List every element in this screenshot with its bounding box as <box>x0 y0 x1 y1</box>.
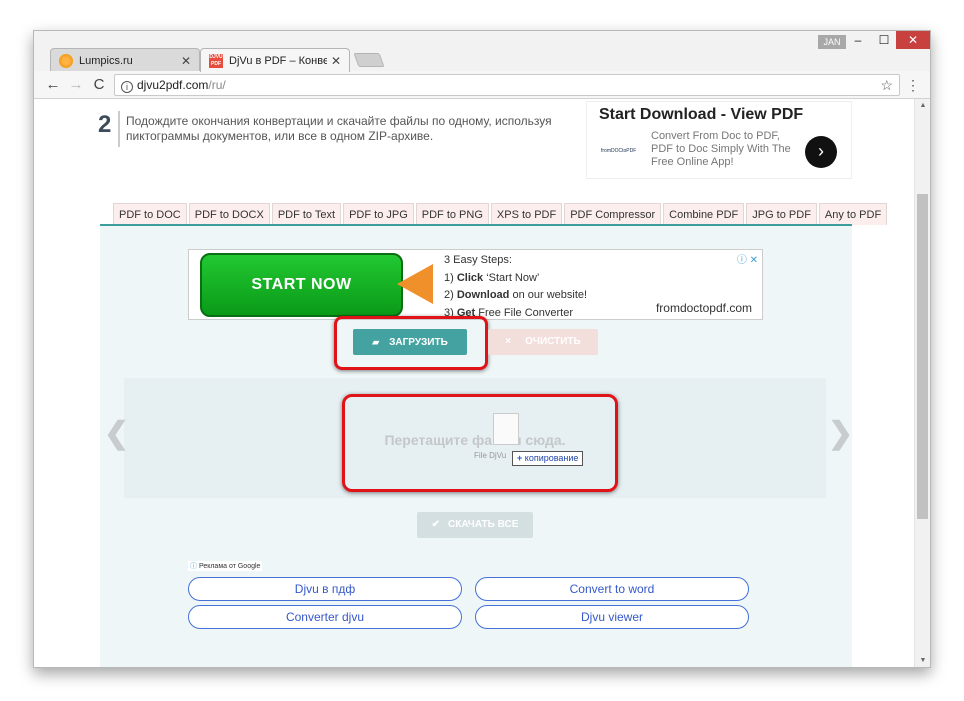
dropzone-highlight <box>342 394 618 492</box>
tab-lumpics[interactable]: Lumpics.ru ✕ <box>50 48 200 72</box>
ad-step-1: 1) Click ‘Start Now’ <box>444 271 540 284</box>
checkmark-icon: ✔ <box>431 519 441 530</box>
ad-logo: fromDOCtoPDF <box>601 148 637 154</box>
scrollbar-thumb[interactable] <box>917 194 928 519</box>
minimize-button[interactable]: ‒ <box>844 31 872 49</box>
scroll-down-icon[interactable]: ▼ <box>915 657 930 664</box>
download-all-button[interactable]: ✔ СКАЧАТЬ ВСЕ <box>417 512 533 538</box>
maximize-button[interactable]: ☐ <box>870 31 898 49</box>
ad-domain: fromdoctopdf.com <box>655 301 752 315</box>
url-host: djvu2pdf.com <box>137 78 209 92</box>
top-ad-banner[interactable]: Start Download - View PDF fromDOCtoPDF C… <box>586 101 852 179</box>
ad-arrow-icon <box>397 264 433 304</box>
step-text: Подождите окончания конвертации и скачай… <box>126 114 552 143</box>
url-path: /ru/ <box>208 78 226 92</box>
ad-link-convert-word[interactable]: Convert to word <box>475 577 749 601</box>
converter-tab-pdf-to-text[interactable]: PDF to Text <box>271 203 342 225</box>
bookmark-star-icon[interactable]: ☆ <box>880 75 893 95</box>
tab-title: DjVu в PDF – Конвертац <box>229 54 327 67</box>
page-viewport: 2 Подождите окончания конвертации и скач… <box>34 99 930 667</box>
site-info-icon[interactable]: i <box>121 81 133 93</box>
converter-tab-pdf-compressor[interactable]: PDF Compressor <box>564 203 662 225</box>
browser-window: Lumpics.ru ✕ DJVUPDF DjVu в PDF – Конвер… <box>33 30 931 668</box>
close-window-button[interactable]: ✕ <box>896 31 930 49</box>
profile-badge[interactable]: JAN <box>818 35 846 49</box>
tab-title: Lumpics.ru <box>79 54 133 67</box>
step-divider <box>118 111 120 147</box>
clear-button[interactable]: × ОЧИСТИТЬ <box>488 329 598 355</box>
ad-arrow-icon[interactable]: › <box>805 136 837 168</box>
converter-tab-xps-to-pdf[interactable]: XPS to PDF <box>490 203 563 225</box>
converter-tabs: PDF to DOC PDF to DOCX PDF to Text PDF to J… <box>113 203 889 225</box>
ad-start-now-button[interactable]: START NOW <box>200 253 403 317</box>
tab-close-icon[interactable]: ✕ <box>331 54 341 68</box>
info-icon: ⓘ <box>190 563 197 570</box>
google-ads-label[interactable]: ⓘ Реклама от Google <box>188 561 263 571</box>
new-tab-button[interactable] <box>353 53 385 67</box>
forward-arrow-icon[interactable]: → <box>67 76 85 94</box>
ad-link-djvu-viewer[interactable]: Djvu viewer <box>475 605 749 629</box>
ad-description: Convert From Doc to PDF, PDF to Doc Simp… <box>651 130 791 168</box>
chevron-right-icon[interactable]: ❯ <box>828 416 853 451</box>
start-now-ad[interactable]: START NOW 3 Easy Steps: 1) Click ‘Start … <box>188 249 763 320</box>
converter-tab-pdf-to-docx[interactable]: PDF to DOCX <box>188 203 270 225</box>
vertical-scrollbar[interactable]: ▲ ▼ <box>914 99 930 667</box>
ad-step-2: 2) Download on our website! <box>444 289 588 301</box>
scroll-up-icon[interactable]: ▲ <box>915 102 930 109</box>
converter-tab-jpg-to-pdf[interactable]: JPG to PDF <box>746 203 817 225</box>
clear-x-icon: × <box>505 336 512 347</box>
ad-link-converter-djvu[interactable]: Converter djvu <box>188 605 462 629</box>
menu-dots-icon[interactable]: ⋮ <box>906 76 920 94</box>
lumpics-favicon-icon <box>59 53 73 68</box>
djvu-pdf-favicon-icon: DJVU PDF <box>209 53 223 68</box>
ad-steps-heading: 3 Easy Steps: <box>444 254 512 266</box>
tab-djvu2pdf[interactable]: DJVUPDF DjVu в PDF – Конвертац ✕ <box>200 48 350 72</box>
reload-icon[interactable]: C <box>90 76 108 94</box>
adchoices-icon[interactable]: ⓘ ✕ <box>737 251 758 266</box>
ad-title[interactable]: Start Download - View PDF <box>599 106 803 124</box>
ad-steps: 3 Easy Steps: 1) Click ‘Start Now’ 2) Do… <box>444 252 587 322</box>
converter-tab-pdf-to-png[interactable]: PDF to PNG <box>415 203 489 225</box>
folder-open-icon: ▰ <box>372 337 380 347</box>
converter-tab-pdf-to-jpg[interactable]: PDF to JPG <box>343 203 414 225</box>
step-number: 2 <box>98 111 112 138</box>
converter-tab-pdf-to-doc[interactable]: PDF to DOC <box>113 203 187 225</box>
address-bar[interactable]: i djvu2pdf.com/ru/ ☆ <box>114 74 900 96</box>
title-bar: Lumpics.ru ✕ DJVUPDF DjVu в PDF – Конвер… <box>34 31 930 72</box>
back-arrow-icon[interactable]: ← <box>44 76 62 94</box>
browser-toolbar: ← → C i djvu2pdf.com/ru/ ☆ ⋮ <box>34 71 930 99</box>
tab-close-icon[interactable]: ✕ <box>181 54 191 68</box>
converter-tab-combine-pdf[interactable]: Combine PDF <box>663 203 745 225</box>
ad-link-djvu-pdf[interactable]: Djvu в пдф <box>188 577 462 601</box>
converter-panel: START NOW 3 Easy Steps: 1) Click ‘Start … <box>100 224 853 667</box>
converter-tab-any-to-pdf[interactable]: Any to PDF <box>818 203 888 225</box>
upload-button[interactable]: ▰ ЗАГРУЗИТЬ <box>353 329 467 355</box>
instruction-step: 2 Подождите окончания конвертации и скач… <box>98 111 586 147</box>
